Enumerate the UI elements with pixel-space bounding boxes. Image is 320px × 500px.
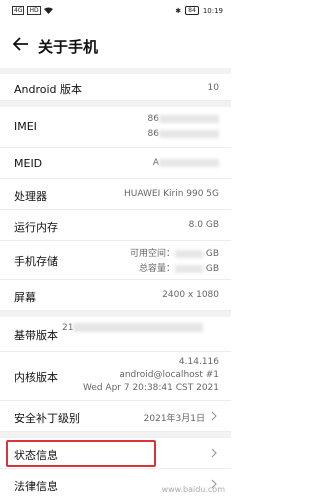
row-security-patch[interactable]: 安全补丁级别 2021年3月1日 xyxy=(0,401,231,432)
row-status-info[interactable]: 状态信息 xyxy=(0,438,231,469)
storage-available: 可用空间： GB xyxy=(129,249,219,259)
chevron-right-icon xyxy=(211,411,217,421)
row-legal[interactable]: 法律信息 xyxy=(0,469,231,499)
row-label: 基带版本 xyxy=(14,329,58,342)
watermark: www.baidu.com xyxy=(161,485,225,494)
row-meid: MEID A xyxy=(0,148,231,179)
kernel-line-2: android@localhost #1 xyxy=(119,370,219,380)
row-label: Android 版本 xyxy=(14,83,83,96)
row-label: 手机存储 xyxy=(14,255,58,268)
row-label: 安全补丁级别 xyxy=(14,412,80,425)
baseband-value: 21 xyxy=(62,323,219,333)
status-left: 4G HD xyxy=(12,6,53,15)
row-screen: 屏幕 2400 x 1080 xyxy=(0,280,231,311)
row-value: 8.0 GB xyxy=(188,220,219,230)
row-baseband: 基带版本 21 xyxy=(0,317,231,352)
hd-badge: HD xyxy=(27,6,41,15)
row-value: HUAWEI Kirin 990 5G xyxy=(123,189,219,199)
bluetooth-icon: ✱ xyxy=(175,6,182,15)
network-badge: 4G xyxy=(12,6,25,15)
row-processor: 处理器 HUAWEI Kirin 990 5G xyxy=(0,179,231,210)
imei-line-2: 86 xyxy=(148,129,219,139)
row-label: 处理器 xyxy=(14,190,47,203)
row-label: 状态信息 xyxy=(14,449,58,462)
row-label: 内核版本 xyxy=(14,371,58,384)
row-label: MEID xyxy=(14,157,43,170)
row-imei: IMEI 86 86 xyxy=(0,107,231,148)
kernel-line-3: Wed Apr 7 20:38:41 CST 2021 xyxy=(82,383,219,393)
meid-value: A xyxy=(153,158,219,168)
row-label: 法律信息 xyxy=(14,480,58,493)
app-header: 关于手机 xyxy=(0,22,231,68)
row-kernel: 内核版本 4.14.116 android@localhost #1 Wed A… xyxy=(0,352,231,401)
back-arrow-icon[interactable] xyxy=(12,35,30,53)
row-value: 10 xyxy=(207,83,219,93)
row-storage: 手机存储 可用空间： GB 总容量： GB xyxy=(0,241,231,280)
kernel-line-1: 4.14.116 xyxy=(178,357,219,367)
page-title: 关于手机 xyxy=(38,38,99,56)
status-bar: 4G HD ✱ 84 10:19 xyxy=(0,0,231,22)
wifi-icon xyxy=(43,7,53,14)
row-label: IMEI xyxy=(14,120,37,133)
battery-icon: 84 xyxy=(185,6,199,15)
clock: 10:19 xyxy=(202,6,223,15)
row-ram: 运行内存 8.0 GB xyxy=(0,210,231,241)
storage-total: 总容量： GB xyxy=(138,264,219,274)
chevron-right-icon xyxy=(211,448,217,458)
row-android-version: Android 版本 10 xyxy=(0,74,231,101)
row-value: 2400 x 1080 xyxy=(162,290,219,300)
settings-list: Android 版本 10 IMEI 86 86 MEID A 处理器 HUAW… xyxy=(0,68,231,499)
status-right: ✱ 84 10:19 xyxy=(175,6,223,15)
row-label: 运行内存 xyxy=(14,221,58,234)
row-label: 屏幕 xyxy=(14,291,36,304)
imei-line-1: 86 xyxy=(148,114,219,124)
row-value: 2021年3月1日 xyxy=(143,414,205,424)
